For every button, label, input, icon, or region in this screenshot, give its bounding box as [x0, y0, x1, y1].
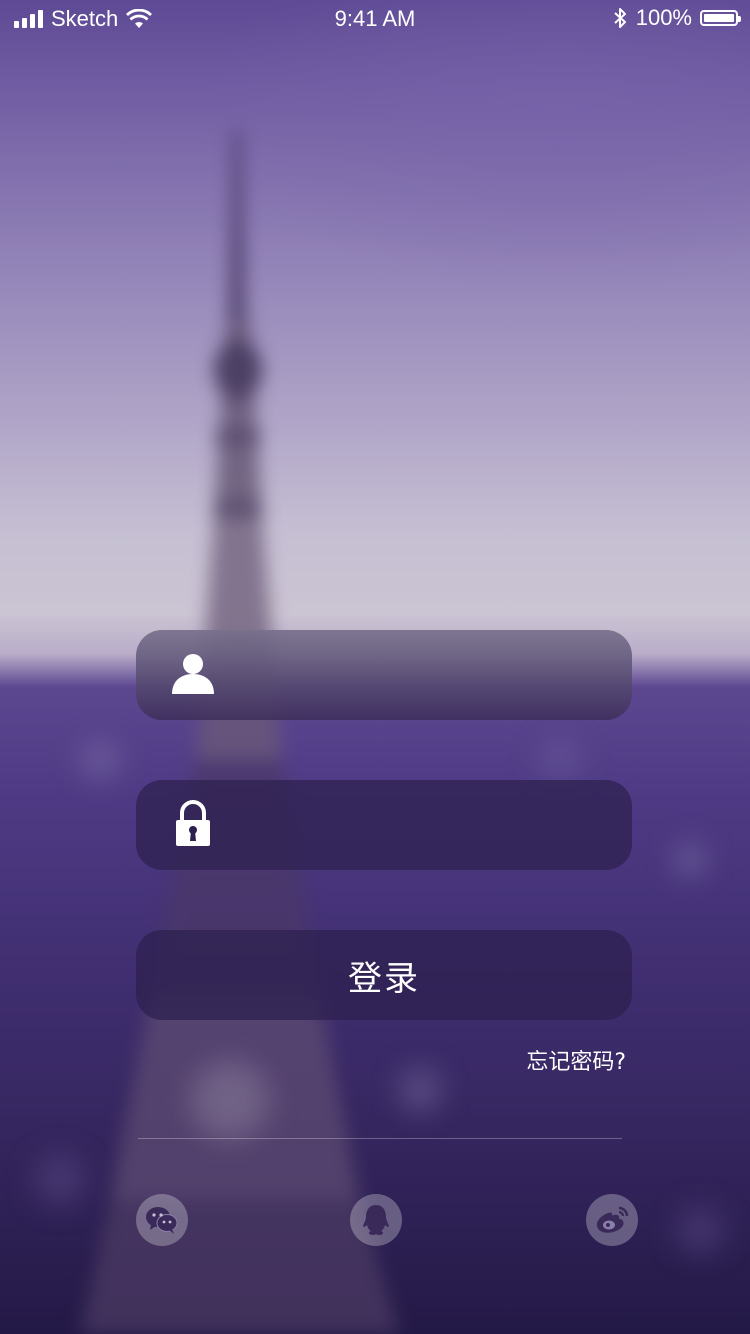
qq-icon — [363, 1205, 389, 1235]
login-button[interactable]: 登录 — [136, 930, 632, 1020]
weibo-login-button[interactable] — [586, 1194, 638, 1246]
battery-icon — [700, 10, 741, 26]
user-icon — [172, 654, 214, 694]
battery-percent: 100% — [635, 5, 692, 30]
weibo-icon — [596, 1206, 629, 1233]
password-input[interactable] — [236, 800, 610, 852]
wechat-icon — [146, 1207, 178, 1234]
username-input[interactable] — [236, 650, 610, 702]
status-right: 100% — [612, 5, 741, 31]
divider — [138, 1138, 622, 1139]
password-field[interactable] — [136, 780, 632, 870]
status-bar: Sketch 9:41 AM 100% — [0, 0, 750, 40]
login-screen: Sketch 9:41 AM 100% 登录 忘记密码? — [0, 0, 750, 1334]
qq-login-button[interactable] — [350, 1194, 402, 1246]
forgot-password-link[interactable]: 忘记密码? — [526, 1044, 626, 1076]
bluetooth-icon — [614, 8, 626, 28]
lock-icon — [176, 800, 210, 846]
username-field[interactable] — [136, 630, 632, 720]
wechat-login-button[interactable] — [136, 1194, 188, 1246]
